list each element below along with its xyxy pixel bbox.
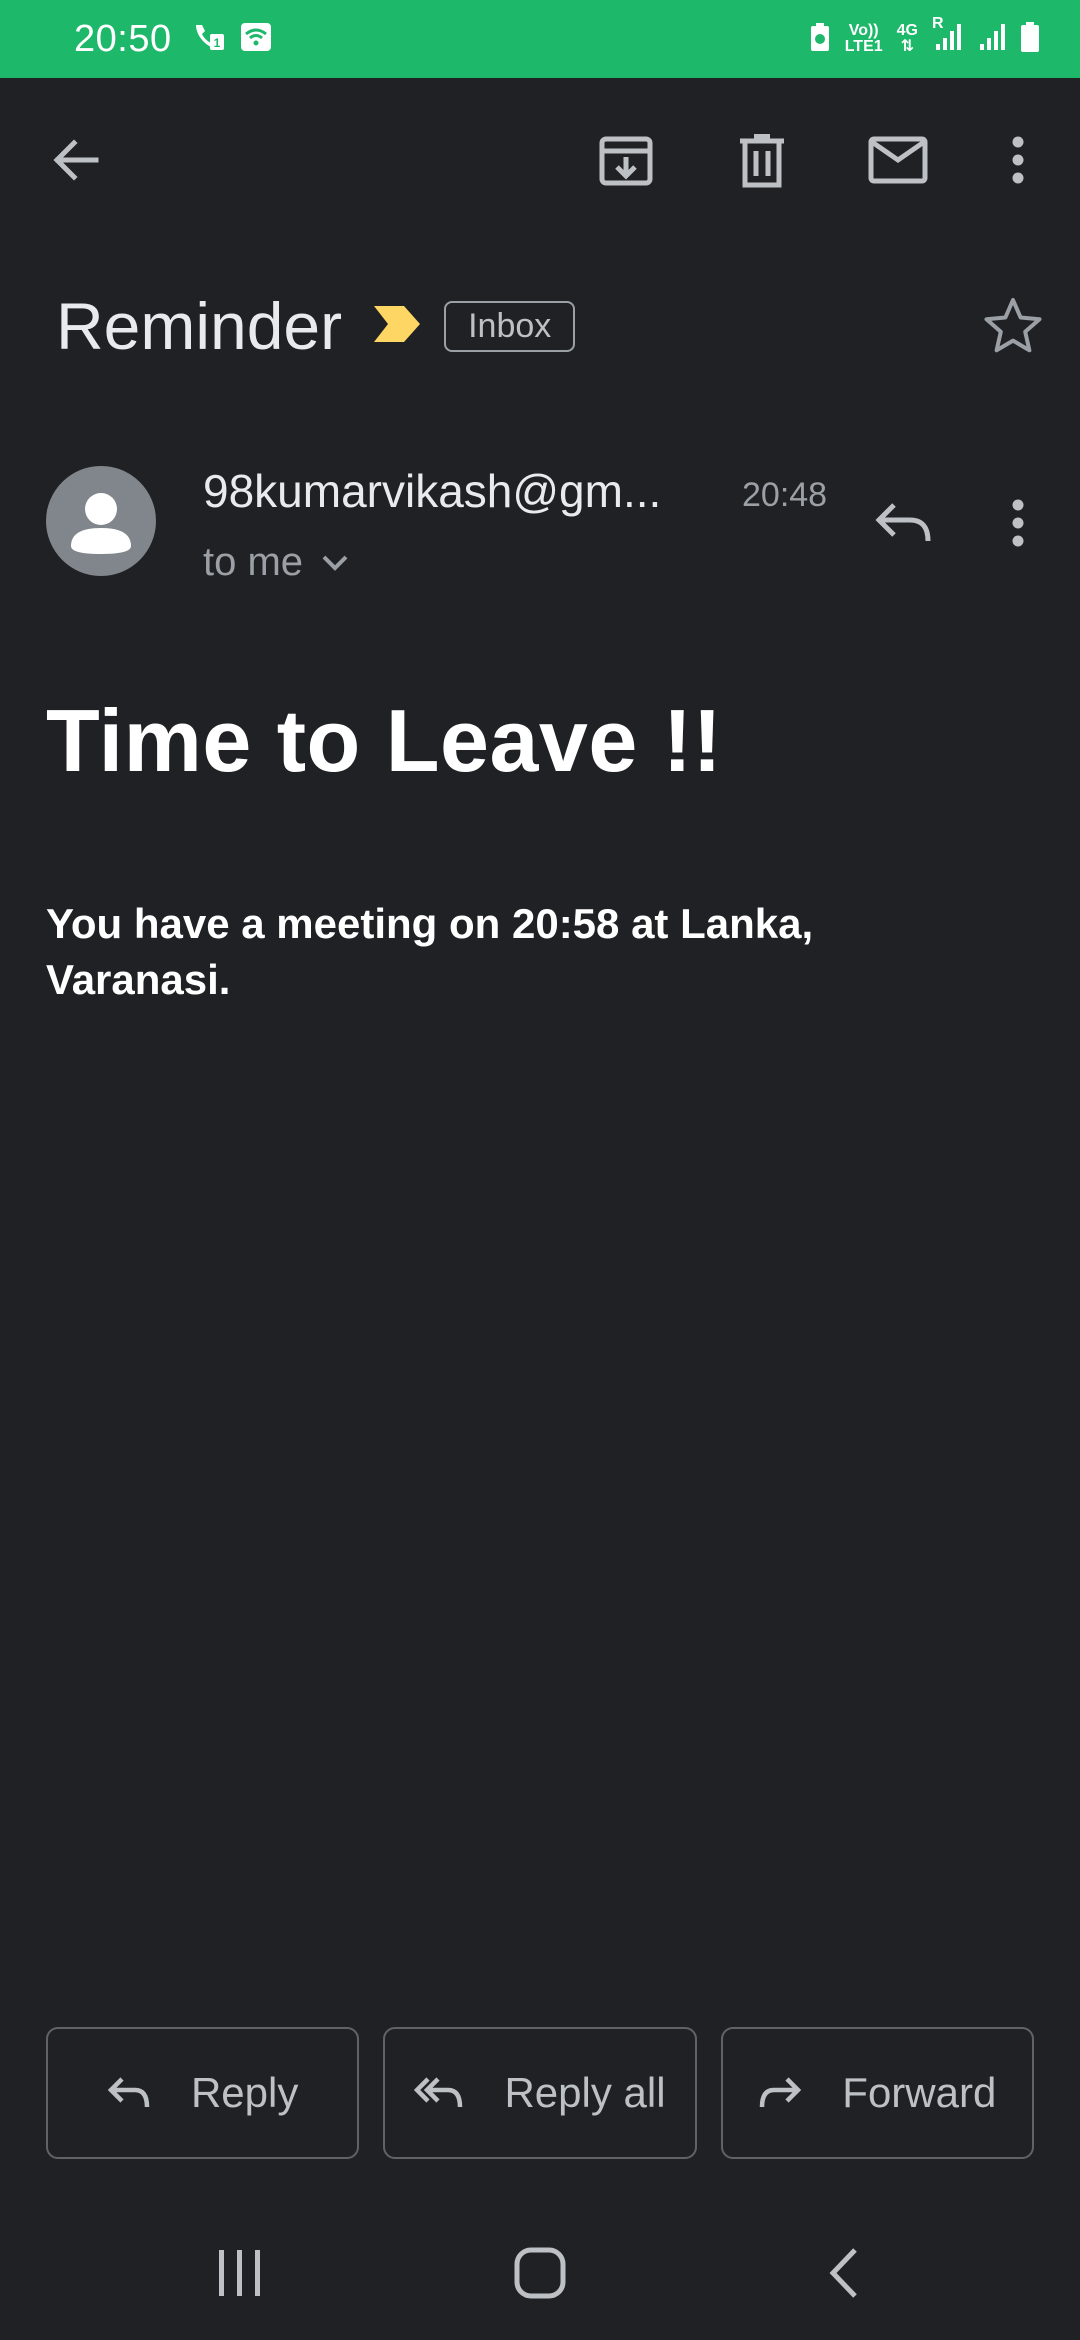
forward-label: Forward <box>842 2069 997 2116</box>
person-icon <box>71 493 131 554</box>
reply-label: Reply <box>190 2069 299 2116</box>
sent-time: 20:48 <box>742 476 828 514</box>
forward-icon <box>760 2077 802 2108</box>
reply-button[interactable]: Reply <box>46 2027 360 2159</box>
status-time: 20:50 <box>74 17 172 60</box>
reply-all-label: Reply all <box>504 2069 666 2116</box>
status-right-icons: Vo)) LTE1 4G ⇅ R <box>809 15 1040 58</box>
mark-unread-icon[interactable] <box>858 110 938 210</box>
signal-roaming-icon: R <box>932 15 962 57</box>
subject-row: Reminder Inbox <box>56 286 576 366</box>
more-vert-icon[interactable] <box>996 110 1040 210</box>
inbox-label[interactable]: Inbox <box>444 300 576 352</box>
toolbar <box>0 110 1080 210</box>
forward-button[interactable]: Forward <box>720 2027 1034 2159</box>
message-body: You have a meeting on 20:58 at Lanka, Va… <box>46 900 814 1003</box>
navigation-bar <box>0 2200 1080 2340</box>
back-arrow-icon[interactable] <box>36 110 116 210</box>
reply-icon[interactable] <box>866 490 940 556</box>
avatar[interactable] <box>46 466 156 576</box>
volte-label-bottom: LTE1 <box>844 38 883 55</box>
network-label: 4G <box>896 22 918 39</box>
battery-icon <box>1020 21 1040 58</box>
delete-icon[interactable] <box>722 110 802 210</box>
battery-saver-icon <box>809 22 831 57</box>
sender-name[interactable]: 98kumarvikash@gm... <box>203 464 661 518</box>
recipient-details[interactable]: to me <box>203 540 349 585</box>
wifi-icon <box>240 22 272 57</box>
volte-label-top: Vo)) <box>848 22 879 39</box>
network-type-indicator: 4G ⇅ <box>897 23 918 55</box>
recent-apps-icon[interactable] <box>200 2240 280 2306</box>
wifi-calling-icon: 1 <box>192 22 226 57</box>
status-left-icons: 1 <box>192 22 272 57</box>
archive-icon[interactable] <box>586 110 666 210</box>
svg-text:1: 1 <box>213 36 220 50</box>
signal-icon <box>976 22 1006 57</box>
recipient-label: to me <box>203 540 304 584</box>
data-arrows-icon: ⇅ <box>900 38 915 55</box>
importance-marker-icon[interactable] <box>372 304 422 349</box>
back-icon[interactable] <box>804 2240 884 2306</box>
roaming-label: R <box>932 14 944 32</box>
email-subject: Reminder <box>56 289 343 363</box>
home-icon[interactable] <box>500 2240 580 2306</box>
reply-icon <box>107 2077 150 2108</box>
chevron-down-icon <box>322 555 348 571</box>
reply-all-icon <box>414 2077 463 2108</box>
message-heading: Time to Leave !! <box>46 691 723 790</box>
reply-all-button[interactable]: Reply all <box>383 2027 697 2159</box>
message-more-icon[interactable] <box>996 490 1040 556</box>
action-buttons: Reply Reply all Forward <box>46 2027 1034 2159</box>
star-icon[interactable] <box>980 292 1046 358</box>
volte-indicator: Vo)) LTE1 <box>845 23 883 55</box>
status-bar: 20:50 1 Vo)) LTE1 4G ⇅ R <box>0 0 1080 78</box>
